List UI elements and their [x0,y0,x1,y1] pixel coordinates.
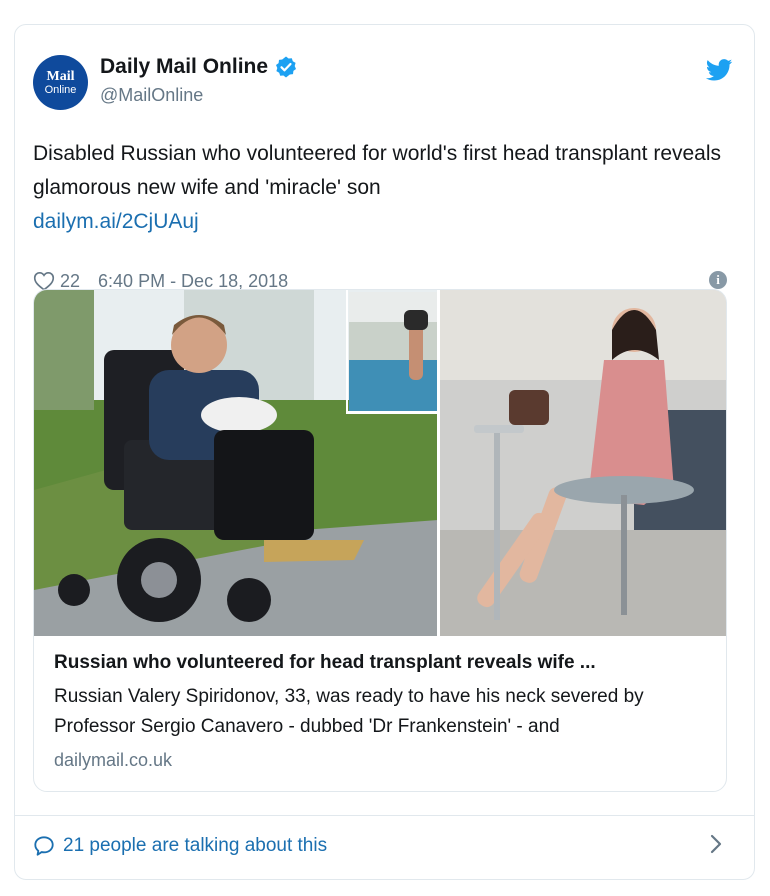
author-display-name[interactable]: Daily Mail Online [100,55,268,79]
tweet-link[interactable]: dailym.ai/2CjUAuj [33,205,723,239]
link-preview-title[interactable]: Russian who volunteered for head transpl… [54,652,714,674]
chevron-right-icon[interactable] [709,833,723,855]
link-preview-domain: dailymail.co.uk [54,750,173,770]
avatar-text-online: Online [44,83,77,96]
avatar-text-mail: Mail [46,68,75,84]
author-name-row: Daily Mail Online [100,55,298,79]
tweet-header: Mail Online Daily Mail Online @MailOnlin… [33,55,733,115]
link-preview-body: Russian who volunteered for head transpl… [54,652,714,771]
talking-count-label[interactable]: 21 people are talking about this [63,835,327,857]
verified-badge-icon [276,56,297,78]
speech-bubble-icon [34,836,54,856]
author-handle[interactable]: @MailOnline [100,85,298,106]
tweet-text: Disabled Russian who volunteered for wor… [33,137,723,239]
preview-image [34,290,726,636]
avatar[interactable]: Mail Online [33,55,88,110]
tweet-body: Disabled Russian who volunteered for wor… [33,142,722,199]
author-block[interactable]: Daily Mail Online @MailOnline [100,55,298,106]
link-preview-description: Russian Valery Spiridonov, 33, was ready… [54,686,644,737]
heart-icon[interactable] [33,271,55,291]
twitter-bird-icon[interactable] [706,59,733,81]
tweet-card: Mail Online Daily Mail Online @MailOnlin… [14,24,755,880]
conversation-footer[interactable]: 21 people are talking about this [33,831,723,861]
footer-divider [15,815,754,816]
info-icon[interactable]: i [709,271,727,289]
link-preview-card[interactable]: Russian who volunteered for head transpl… [33,289,727,792]
